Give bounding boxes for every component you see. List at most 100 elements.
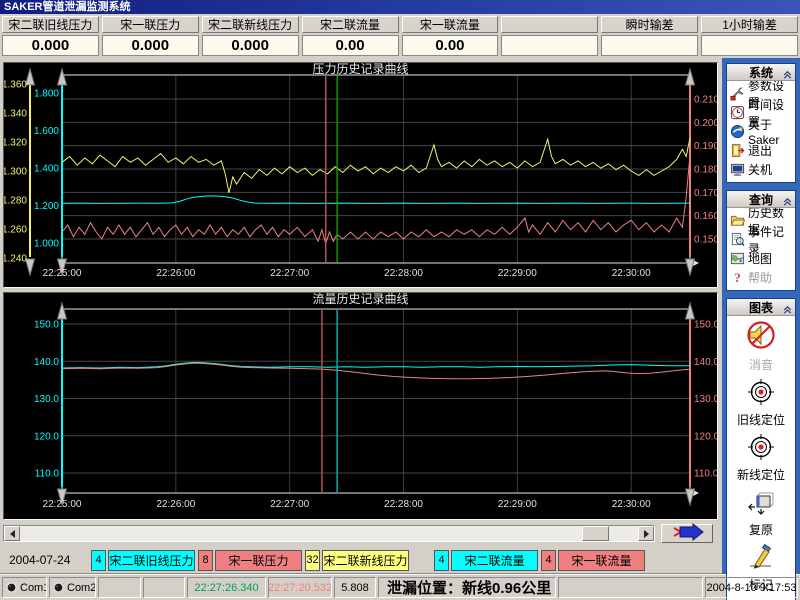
svg-text:1.400: 1.400 xyxy=(34,164,59,175)
target-icon xyxy=(748,434,774,465)
legend-item-song2-old-pressure[interactable]: 宋二联旧线压力 xyxy=(108,550,195,571)
com2-status: Com2 xyxy=(49,577,96,598)
legend-item-song2-flow[interactable]: 宋二联流量 xyxy=(451,550,538,571)
svg-text:150.0: 150.0 xyxy=(694,320,717,331)
sidebar-section-chart-title: 图表 xyxy=(749,299,773,316)
top-cell-6-value xyxy=(601,35,698,56)
svg-text:130.0: 130.0 xyxy=(694,394,717,405)
sidebar-item-restore[interactable]: 复原 xyxy=(748,489,774,538)
clock-icon xyxy=(729,105,746,120)
top-cell-6-label: 瞬时输差 xyxy=(601,16,698,33)
legend-scale-song1-pressure[interactable]: 8 xyxy=(198,550,213,571)
top-cell-0: 宋二联旧线压力 0.000 xyxy=(2,16,99,57)
svg-text:110.0: 110.0 xyxy=(35,469,60,480)
about-icon xyxy=(729,124,746,139)
shutdown-icon xyxy=(729,162,746,177)
sidebar-item-shutdown[interactable]: 关机 xyxy=(729,160,793,179)
sidebar-item-about-saker[interactable]: 关于Saker xyxy=(729,122,793,141)
status-empty-4 xyxy=(143,577,185,598)
instant-diff-value: 5.808 xyxy=(334,577,376,598)
legend-row: 2004-07-244宋二联旧线压力8宋一联压力32宋二联新线压力4宋二联流量4… xyxy=(3,548,722,572)
legend-item-song2-new-pressure[interactable]: 宋二联新线压力 xyxy=(322,550,409,571)
scrollbar-left-button[interactable] xyxy=(4,526,20,541)
svg-text:0.180: 0.180 xyxy=(694,165,717,176)
sample-time-1: 22:27:26.340 xyxy=(187,577,266,598)
top-cell-0-label: 宋二联旧线压力 xyxy=(2,16,99,33)
svg-text:22:25:00: 22:25:00 xyxy=(43,499,82,510)
legend-item-song1-pressure[interactable]: 宋一联压力 xyxy=(215,550,302,571)
sidebar-section-system-title: 系统 xyxy=(749,64,773,81)
advance-button[interactable] xyxy=(661,524,713,543)
sidebar-item-new-line-locate-label: 新线定位 xyxy=(737,466,785,483)
legend-date: 2004-07-24 xyxy=(3,553,91,567)
left-arrow-icon xyxy=(10,530,15,538)
sample-time-2: 22:27:20.532 xyxy=(268,577,332,598)
mark-icon xyxy=(748,544,774,575)
svg-text:0.210: 0.210 xyxy=(694,95,717,106)
status-bar: Com1Com222:27:26.34022:27:20.5325.808泄漏位… xyxy=(0,574,800,600)
sidebar-section-chart-header[interactable]: 图表 xyxy=(727,299,795,316)
scrollbar-thumb[interactable] xyxy=(582,526,609,541)
sidebar-section-system-header[interactable]: 系统 xyxy=(727,64,795,81)
svg-text:1.280: 1.280 xyxy=(4,196,27,207)
svg-text:1.360: 1.360 xyxy=(4,80,27,91)
scrollbar-right-button[interactable] xyxy=(638,526,654,541)
legend-item-song1-flow[interactable]: 宋一联流量 xyxy=(558,550,645,571)
leak-location-text: 泄漏位置：新线0.96公里 xyxy=(378,577,556,598)
svg-text:150.0: 150.0 xyxy=(34,320,59,331)
top-cell-1-value: 0.000 xyxy=(102,35,199,56)
svg-text:1.260: 1.260 xyxy=(4,225,27,236)
svg-text:22:26:00: 22:26:00 xyxy=(156,499,195,510)
flow-history-chart[interactable]: 流量历史记录曲线 150.0140.0130.0120.0110.0150.01… xyxy=(3,292,718,520)
folder-icon xyxy=(729,213,746,228)
svg-text:22:30:00: 22:30:00 xyxy=(612,268,651,279)
sidebar-section-query-title: 查询 xyxy=(749,191,773,208)
svg-text:22:27:00: 22:27:00 xyxy=(270,268,309,279)
com2-status-text: Com2 xyxy=(67,582,96,594)
sidebar-item-event-log[interactable]: 事件记录 xyxy=(729,230,793,249)
right-arrow-icon xyxy=(644,530,649,538)
time-scroll-row xyxy=(3,524,722,543)
top-cell-5-value xyxy=(501,35,598,56)
top-cell-0-value: 0.000 xyxy=(2,35,99,56)
sidebar-item-mute: 消音 xyxy=(746,320,776,373)
app-window: SAKER管道泄漏监测系统 宋二联旧线压力0.000宋一联压力0.000宋二联新… xyxy=(0,0,800,600)
legend-scale-song2-new-pressure[interactable]: 32 xyxy=(305,550,320,571)
chevrons-up-icon[interactable] xyxy=(782,302,793,320)
legend-scale-song1-flow[interactable]: 4 xyxy=(541,550,556,571)
svg-text:1.000: 1.000 xyxy=(34,239,59,250)
com-led-icon xyxy=(53,582,64,593)
restore-icon xyxy=(748,489,774,520)
map-icon xyxy=(729,251,746,266)
top-cell-7-label: 1小时输差 xyxy=(701,16,798,33)
sidebar-item-map-label: 地图 xyxy=(748,250,772,267)
legend-scale-song2-flow[interactable]: 4 xyxy=(434,550,449,571)
top-cell-1: 宋一联压力0.000 xyxy=(102,16,199,57)
event-log-icon xyxy=(729,232,746,247)
sidebar-item-old-line-locate[interactable]: 旧线定位 xyxy=(737,379,785,428)
top-cell-5 xyxy=(501,16,598,57)
sidebar-item-help-label: 帮助 xyxy=(748,269,772,286)
status-empty-9 xyxy=(558,577,703,598)
time-scrollbar[interactable] xyxy=(3,525,655,542)
pressure-history-chart[interactable]: 压力历史记录曲线 1.3601.3401.3201.3001.2801.2601… xyxy=(3,62,718,288)
sidebar-section-system: 系统参数设置时间设置关于Saker退出关机 xyxy=(726,63,796,183)
svg-text:22:30:00: 22:30:00 xyxy=(612,499,651,510)
status-empty-3 xyxy=(98,577,141,598)
chart-area: 压力历史记录曲线 1.3601.3401.3201.3001.2801.2601… xyxy=(0,58,722,574)
scrollbar-track[interactable] xyxy=(20,526,638,541)
legend-scale-song2-old-pressure[interactable]: 4 xyxy=(91,550,106,571)
play-arrow-icon xyxy=(670,523,704,544)
chevrons-up-icon[interactable] xyxy=(782,194,793,212)
settings-icon xyxy=(729,86,746,101)
pressure-chart-title: 压力历史记录曲线 xyxy=(4,63,717,76)
chevrons-up-icon[interactable] xyxy=(782,67,793,85)
top-cell-2-label: 宋二联新线压力 xyxy=(202,16,299,33)
sidebar-section-query-header[interactable]: 查询 xyxy=(727,191,795,208)
svg-text:120.0: 120.0 xyxy=(34,431,59,442)
top-cell-3-value: 0.00 xyxy=(302,35,399,56)
sidebar-item-new-line-locate[interactable]: 新线定位 xyxy=(737,434,785,483)
top-cell-2: 宋二联新线压力0.000 xyxy=(202,16,299,57)
svg-text:1.340: 1.340 xyxy=(4,109,27,120)
top-cell-7-value xyxy=(701,35,798,56)
